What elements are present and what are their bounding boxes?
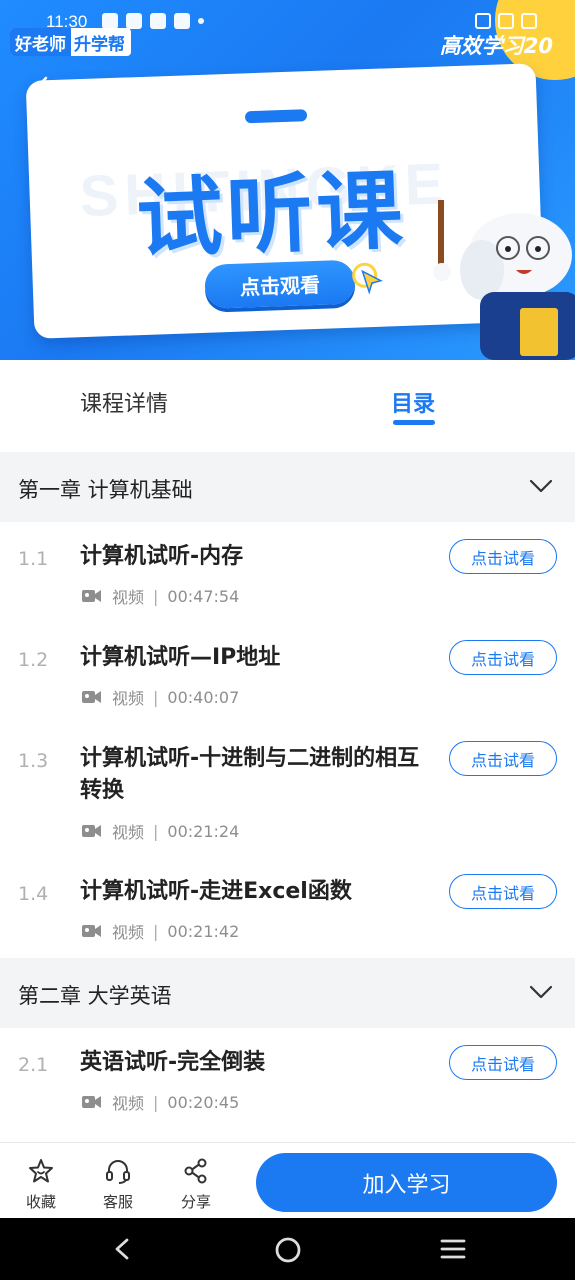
lesson-number: 1.1	[18, 548, 49, 570]
favorite-label: 收藏	[25, 1193, 56, 1211]
lesson-duration: 00:21:42	[167, 921, 240, 941]
back-triangle-icon[interactable]	[112, 1237, 132, 1261]
star-icon	[29, 1159, 53, 1183]
mail-icon	[126, 13, 142, 29]
meta-separator: |	[153, 687, 159, 707]
system-icons	[475, 13, 537, 29]
lesson-meta: 视频 | 00:20:45	[82, 1090, 239, 1114]
chapter-header[interactable]: 第二章 大学英语	[0, 958, 575, 1028]
lesson-number: 1.4	[18, 883, 49, 905]
lesson-type: 视频	[112, 1094, 145, 1113]
back-icon[interactable]	[32, 76, 52, 96]
meta-separator: |	[153, 821, 159, 841]
lesson-duration: 00:47:54	[167, 586, 240, 606]
lesson-duration: 00:20:45	[167, 1092, 240, 1112]
video-camera-icon	[82, 1096, 101, 1108]
try-watch-button[interactable]: 点击试看	[449, 1045, 557, 1080]
chevron-down-icon[interactable]	[529, 984, 553, 1000]
course-tabs: 课程详情 目录	[0, 360, 575, 450]
share-icon	[184, 1158, 207, 1184]
shield-icon	[174, 13, 190, 29]
banner-title: 试听课	[134, 160, 409, 271]
meta-separator: |	[153, 921, 159, 941]
try-watch-button[interactable]: 点击试看	[449, 741, 557, 776]
bottom-action-bar: 收藏 客服 分享 加入学习	[0, 1142, 575, 1218]
brand-logo-part-b: 升学帮	[74, 34, 125, 55]
try-watch-button[interactable]: 点击试看	[449, 539, 557, 574]
lesson-number: 2.1	[18, 1054, 49, 1076]
chapter-header[interactable]: 第一章 计算机基础	[0, 452, 575, 522]
lesson-meta: 视频 | 00:21:42	[82, 919, 239, 943]
lesson-meta: 视频 | 00:47:54	[82, 584, 239, 608]
chapter-title: 第二章 大学英语	[18, 984, 172, 1008]
service-button[interactable]: 客服	[93, 1157, 143, 1212]
vibrate-icon	[475, 13, 491, 29]
notification-icons	[102, 13, 204, 29]
notification-icon	[102, 13, 118, 29]
headset-icon	[106, 1160, 130, 1184]
lesson-type: 视频	[112, 588, 145, 607]
lesson-title[interactable]: 英语试听-完全倒装	[80, 1047, 440, 1079]
video-camera-icon	[82, 825, 101, 837]
try-watch-button[interactable]: 点击试看	[449, 874, 557, 909]
share-label: 分享	[180, 1193, 211, 1211]
lesson-duration: 00:40:07	[167, 687, 240, 707]
active-tab-indicator	[393, 420, 435, 425]
chapter-title: 第一章 计算机基础	[18, 478, 193, 502]
course-banner[interactable]: 11:30 好老师 升学帮 高效学习20 SHITINGKE 试听课 点击观看	[0, 0, 575, 360]
lesson-type: 视频	[112, 689, 145, 708]
lesson-duration: 00:21:24	[167, 821, 240, 841]
brand-logo-part-a: 好老师	[10, 28, 71, 56]
chevron-down-icon[interactable]	[529, 478, 553, 494]
lesson-title[interactable]: 计算机试听-内存	[80, 541, 440, 573]
wifi-icon	[498, 13, 514, 29]
menu-lines-icon[interactable]	[440, 1237, 466, 1261]
tab-catalog[interactable]: 目录	[391, 386, 435, 418]
brand-logo: 好老师 升学帮	[10, 28, 131, 56]
lesson-title[interactable]: 计算机试听-十进制与二进制的相互转换	[80, 743, 440, 807]
share-button[interactable]: 分享	[171, 1157, 221, 1212]
join-study-button[interactable]: 加入学习	[256, 1153, 557, 1212]
lesson-type: 视频	[112, 923, 145, 942]
lesson-meta: 视频 | 00:40:07	[82, 685, 239, 709]
meta-separator: |	[153, 1092, 159, 1112]
system-navigation-bar	[0, 1218, 575, 1280]
lesson-meta: 视频 | 00:21:24	[82, 819, 239, 843]
card-accent-bar	[244, 109, 308, 124]
home-circle-icon[interactable]	[275, 1237, 301, 1263]
dot-icon	[198, 18, 204, 24]
favorite-button[interactable]: 收藏	[16, 1157, 66, 1212]
try-watch-button[interactable]: 点击试看	[449, 640, 557, 675]
lesson-title[interactable]: 计算机试听-走进Excel函数	[80, 876, 440, 908]
tab-course-details[interactable]: 课程详情	[80, 386, 168, 418]
video-camera-icon	[82, 925, 101, 937]
mail-icon	[150, 13, 166, 29]
meta-separator: |	[153, 586, 159, 606]
cursor-icon	[352, 262, 383, 295]
watch-now-button[interactable]: 点击观看	[204, 259, 356, 309]
elephant-mascot-illustration	[433, 200, 575, 360]
lesson-title[interactable]: 计算机试听—IP地址	[80, 642, 440, 674]
brand-slogan: 高效学习20	[439, 34, 553, 58]
lesson-number: 1.2	[18, 649, 49, 671]
lesson-type: 视频	[112, 823, 145, 842]
video-camera-icon	[82, 691, 101, 703]
lesson-number: 1.3	[18, 750, 49, 772]
battery-icon	[521, 13, 537, 29]
video-camera-icon	[82, 590, 101, 602]
service-label: 客服	[102, 1193, 133, 1211]
